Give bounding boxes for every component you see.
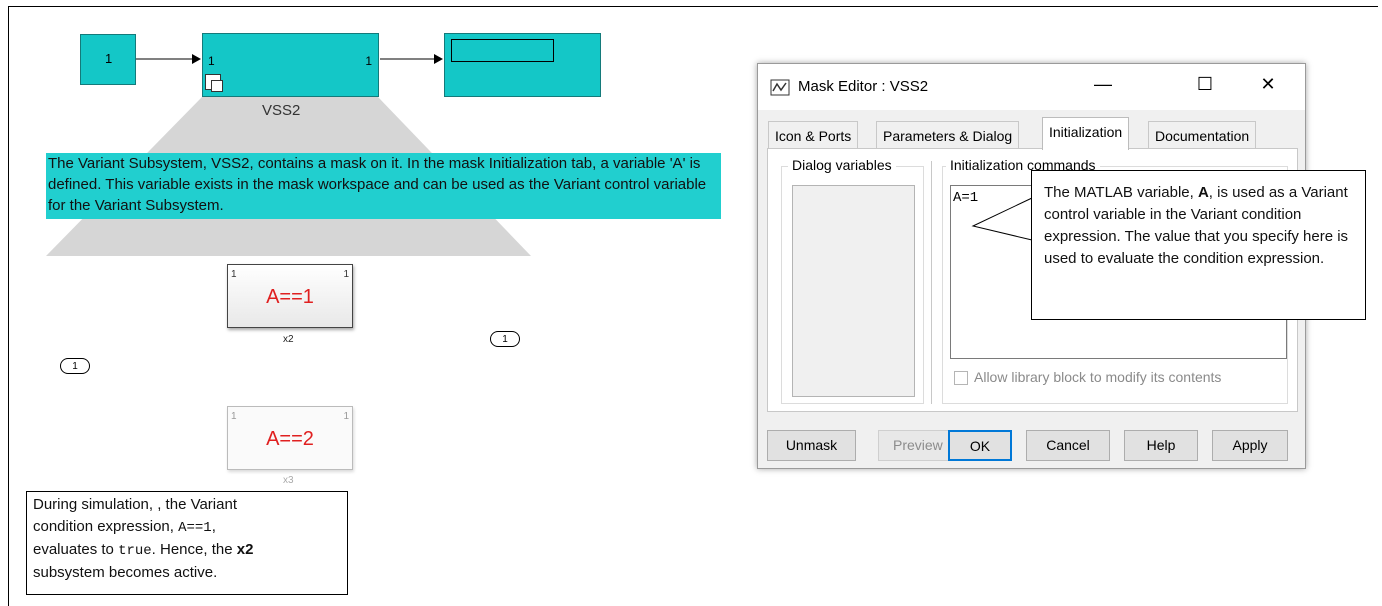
vss2-block[interactable]: 1 1: [202, 33, 379, 97]
x3-block[interactable]: 1 A==2 1: [227, 406, 353, 470]
x3-in-port-label: 1: [231, 411, 237, 422]
minimize-button[interactable]: —: [1088, 74, 1118, 95]
note-text: . Hence, the: [151, 541, 237, 558]
note-line-1: During simulation, , the Variant: [33, 496, 237, 513]
maximize-button[interactable]: ☐: [1190, 74, 1220, 95]
tab-parameters-dialog[interactable]: Parameters & Dialog: [876, 121, 1020, 149]
info-callout: The Variant Subsystem, VSS2, contains a …: [46, 153, 721, 219]
x3-out-port-label: 1: [343, 411, 349, 422]
mask-icon-inner: [211, 80, 223, 92]
constant-value: 1: [105, 51, 113, 66]
dialog-variables-list[interactable]: [792, 185, 915, 397]
condition-code: A==1: [178, 520, 212, 536]
tooltip-callout: The MATLAB variable, A, is used as a Var…: [1031, 170, 1366, 320]
cancel-button[interactable]: Cancel: [1026, 430, 1110, 461]
close-button[interactable]: ✕: [1253, 74, 1283, 95]
x2-out-port-label: 1: [343, 269, 349, 280]
x2-block[interactable]: 1 A==1 1: [227, 264, 353, 328]
tab-documentation[interactable]: Documentation: [1148, 121, 1257, 149]
panel-divider: [931, 161, 932, 404]
note-text: condition expression,: [33, 518, 179, 535]
tooltip-bold: A: [1197, 184, 1209, 201]
ok-button[interactable]: OK: [948, 430, 1012, 461]
tab-icon-ports[interactable]: Icon & Ports: [768, 121, 859, 149]
window-title: Mask Editor : VSS2: [798, 78, 929, 95]
x3-name: x3: [283, 475, 294, 486]
display-block[interactable]: [444, 33, 601, 97]
arrow-1: [192, 54, 201, 64]
dialog-variables-label: Dialog variables: [788, 157, 896, 173]
true-code: true: [118, 543, 152, 559]
inport-block[interactable]: 1: [60, 358, 90, 374]
note-line-2: condition expression, A==1,: [33, 516, 341, 539]
mask-editor-icon: [770, 79, 790, 96]
preview-button[interactable]: Preview: [878, 430, 950, 461]
x2-in-port-label: 1: [231, 269, 237, 280]
tab-initialization[interactable]: Initialization: [1042, 117, 1130, 150]
help-button[interactable]: Help: [1124, 430, 1198, 461]
note-text: ,: [211, 518, 216, 535]
vss2-name: VSS2: [262, 102, 301, 119]
x3-condition: A==2: [266, 428, 314, 450]
unmask-button[interactable]: Unmask: [767, 430, 856, 461]
outport-block[interactable]: 1: [490, 331, 520, 347]
display-value: [451, 39, 554, 62]
vss2-out-port-label: 1: [365, 54, 372, 68]
simulation-note: During simulation, , the Variant conditi…: [26, 491, 348, 595]
note-text: evaluates to: [33, 541, 119, 558]
note-line-4: subsystem becomes active.: [33, 564, 218, 581]
note-line-3: evaluates to true. Hence, the x2: [33, 539, 341, 562]
allow-library-checkbox[interactable]: [954, 371, 968, 385]
title-bar: Mask Editor : VSS2 — ☐ ✕: [758, 64, 1305, 110]
tooltip-text: The MATLAB variable,: [1044, 184, 1198, 201]
vss2-in-port-label: 1: [208, 54, 215, 68]
x2-name: x2: [283, 334, 294, 345]
allow-library-label: Allow library block to modify its conten…: [974, 369, 1222, 385]
x2-condition: A==1: [266, 286, 314, 308]
x2-bold: x2: [236, 541, 254, 558]
apply-button[interactable]: Apply: [1212, 430, 1288, 461]
arrow-2: [434, 54, 443, 64]
constant-block[interactable]: 1: [80, 34, 136, 85]
